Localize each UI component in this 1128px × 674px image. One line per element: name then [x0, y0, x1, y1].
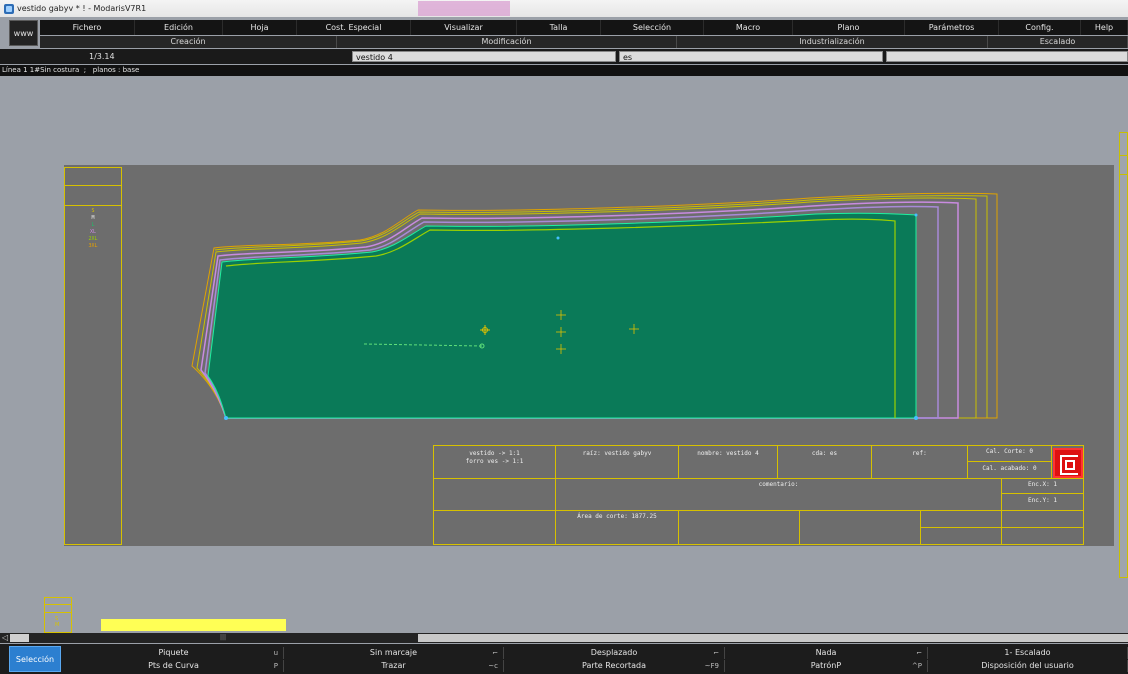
info-comentario: comentario: — [555, 478, 1002, 511]
info-empty-cell — [1001, 527, 1084, 545]
info-empty-cell — [920, 510, 1002, 528]
info-link-cell: vestido -> 1:1 forro ves -> 1:1 — [433, 445, 556, 479]
info-nombre: nombre: vestido 4 — [678, 445, 778, 479]
shortcut-key — [928, 660, 1122, 672]
info-empty-cell — [920, 527, 1002, 545]
shortcut-key — [928, 647, 1122, 659]
corner-point — [914, 213, 918, 217]
shortcut-key: ⌐ — [916, 649, 922, 657]
info-area: Área de corte: 1877.25 — [555, 510, 679, 545]
pattern-piece-canvas[interactable] — [0, 0, 1128, 674]
shortcut-key: ~c — [488, 662, 498, 670]
info-enc-x: Enc.X: 1 — [1001, 478, 1084, 494]
mini-size-m: M — [55, 622, 60, 628]
selection-mode-button[interactable]: Selección — [9, 646, 61, 672]
scroll-track[interactable] — [10, 634, 29, 642]
info-raiz: raíz: vestido gabyv — [555, 445, 679, 479]
mode-bar: Piquete u Sin marcaje ⌐ Desplazado ⌐ Nada ⌐ 1- E… — [0, 644, 1128, 674]
info-empty-cell — [433, 478, 556, 511]
shortcut-key: ~F9 — [704, 662, 719, 670]
scroll-grip-icon: ||| — [220, 634, 227, 641]
corner-point — [914, 416, 918, 420]
info-empty-cell — [433, 510, 556, 545]
pattern-piece-body — [207, 212, 917, 419]
progress-bar — [101, 619, 286, 631]
horizontal-scrollbar[interactable]: ◁ ||| — [0, 633, 1128, 643]
mini-size-legend: S M — [44, 597, 72, 633]
info-empty-cell — [1001, 510, 1084, 528]
info-enc-y: Enc.Y: 1 — [1001, 493, 1084, 511]
info-lining: forro ves -> 1:1 — [465, 458, 524, 465]
info-cal-acabado: Cal. acabado: 0 — [967, 461, 1052, 479]
shortcut-key: P — [273, 662, 278, 670]
shortcut-key: ⌐ — [713, 649, 719, 657]
lectra-logo-icon — [1053, 448, 1083, 478]
info-cda: cda: es — [777, 445, 872, 479]
info-empty-cell — [799, 510, 921, 545]
shortcut-key: ^P — [911, 662, 922, 670]
scroll-thumb[interactable] — [418, 634, 1128, 642]
scroll-left-icon[interactable]: ◁ — [2, 633, 10, 643]
corner-point — [556, 236, 560, 240]
info-empty-cell — [678, 510, 800, 545]
shortcut-key: ⌐ — [492, 649, 498, 657]
info-link: vestido -> 1:1 — [469, 450, 520, 457]
info-ref: ref: — [871, 445, 968, 479]
shortcut-key: u — [273, 649, 278, 657]
info-cal-corte: Cal. Corte: 0 — [967, 445, 1052, 462]
corner-point — [224, 416, 228, 420]
